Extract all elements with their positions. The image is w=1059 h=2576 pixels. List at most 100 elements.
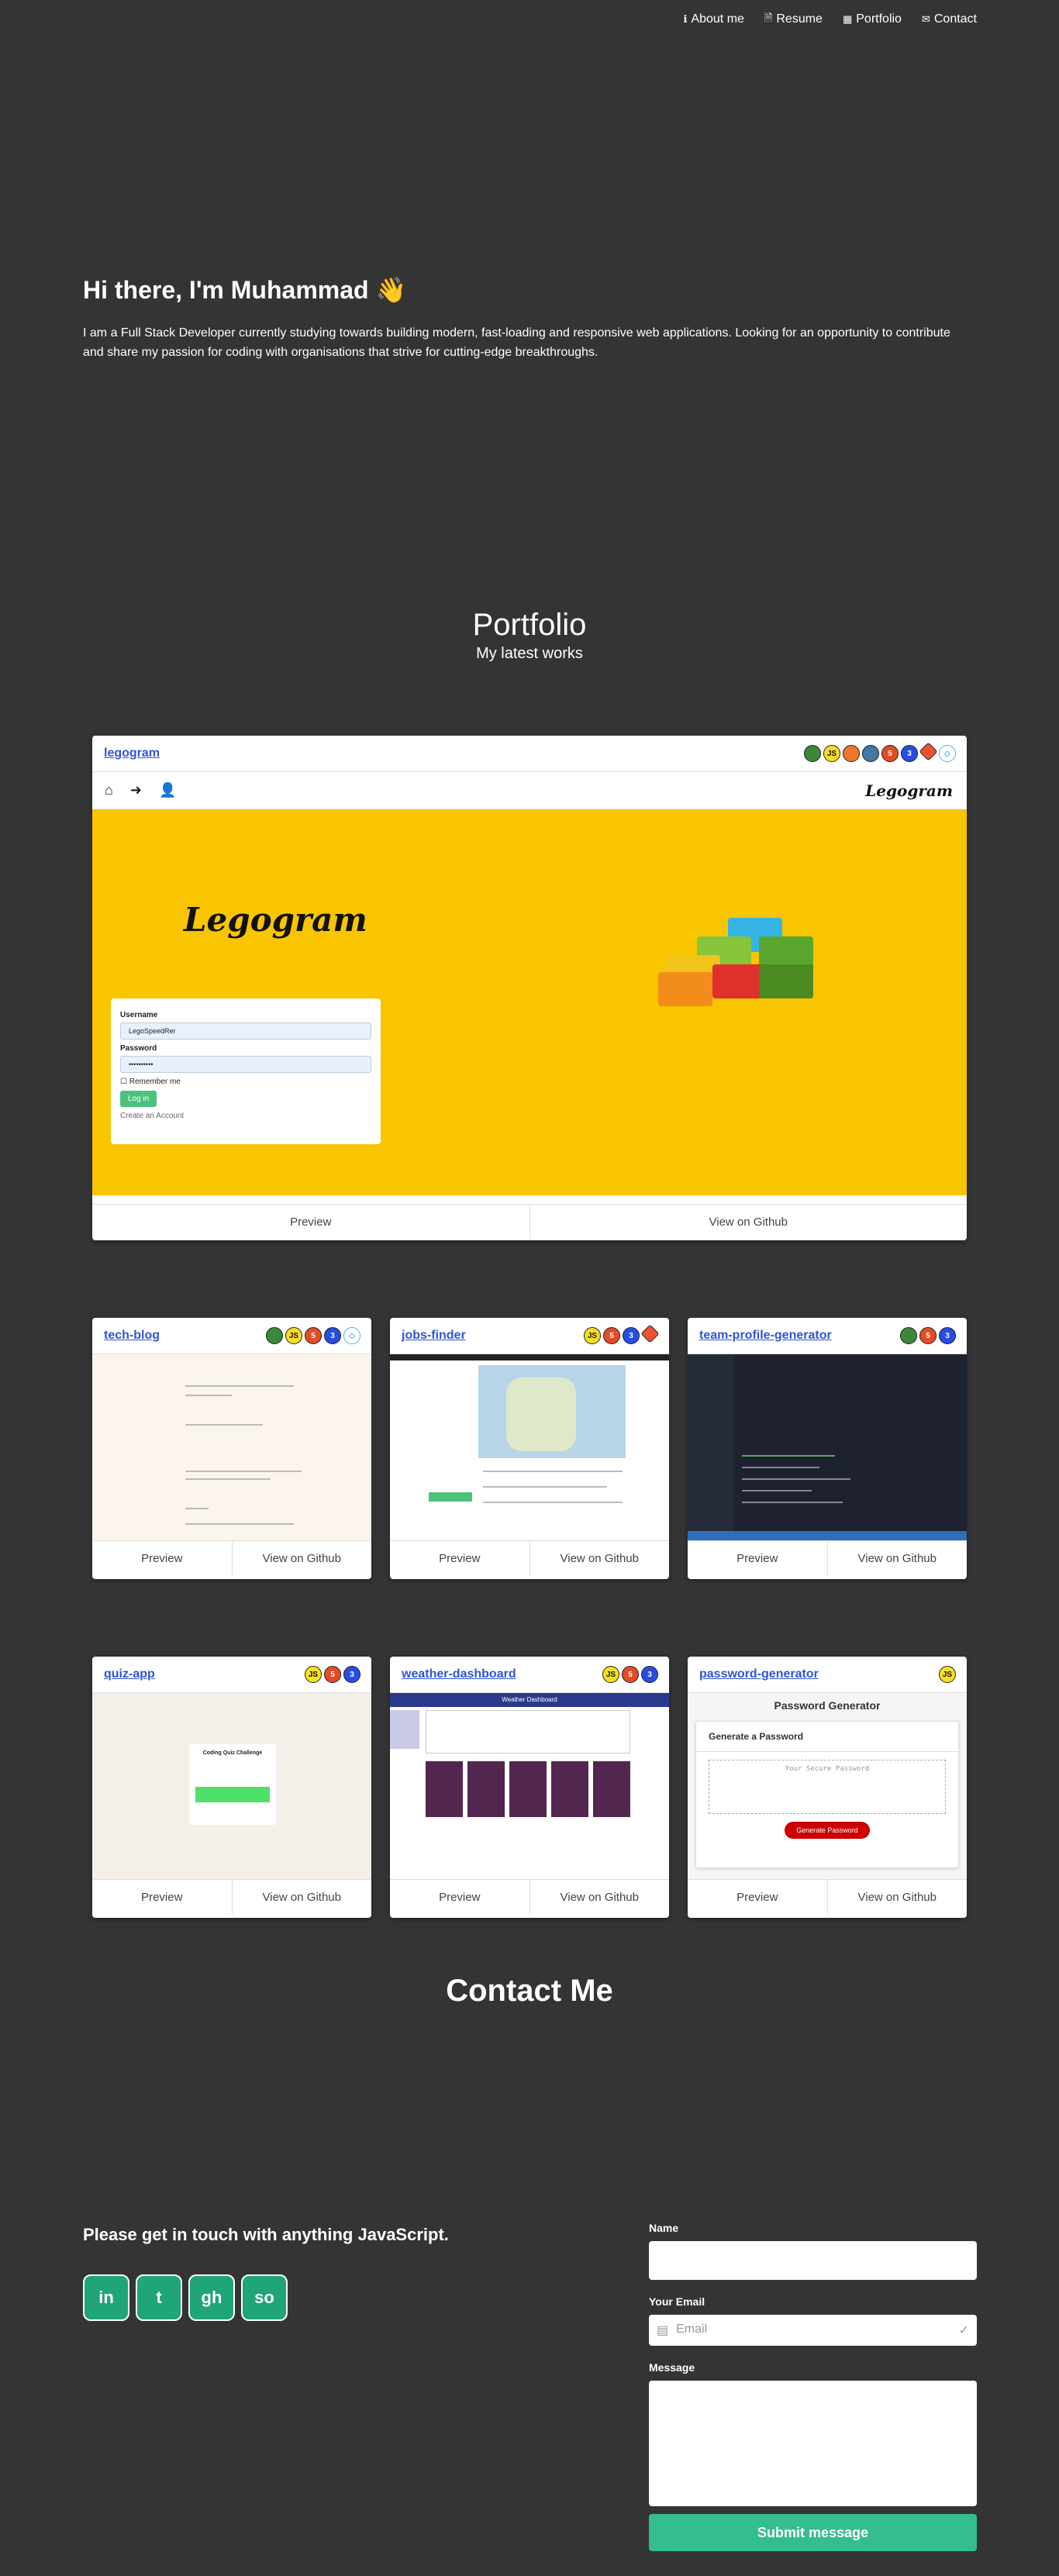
- css3-icon: 3: [939, 1327, 956, 1344]
- css3-icon: 3: [641, 1666, 658, 1683]
- email-field[interactable]: ▤ Email ✓: [649, 2315, 977, 2346]
- password-label: Password: [120, 1044, 157, 1053]
- email-label: Your Email: [649, 2295, 705, 2308]
- node-icon: [804, 745, 821, 762]
- hero: Hi there, I'm Muhammad 👋 I am a Full Sta…: [83, 275, 959, 362]
- preview-button[interactable]: Preview: [688, 1541, 827, 1576]
- contact-intro: Please get in touch with anything JavaSc…: [83, 2225, 449, 2321]
- twitter-icon[interactable]: t: [136, 2274, 182, 2321]
- project-card-tech-blog: tech-blog JS 5 3 ◇ Preview View on Githu…: [92, 1318, 371, 1579]
- nav-resume[interactable]: 🗎 Resume: [764, 11, 823, 28]
- github-button[interactable]: View on Github: [231, 1541, 372, 1576]
- tech-badges: 5 3: [900, 1327, 956, 1344]
- project-link[interactable]: password-generator: [699, 1667, 819, 1681]
- html5-icon: 5: [324, 1666, 341, 1683]
- preview-button[interactable]: Preview: [688, 1880, 827, 1915]
- project-card-password-generator: password-generator JS Password Generator…: [688, 1657, 967, 1918]
- card-header: quiz-app JS 5 3: [92, 1657, 371, 1693]
- nav-links: ℹ About me 🗎 Resume ▦ Portfolio ✉ Contact: [683, 11, 977, 28]
- card-footer: Preview View on Github: [390, 1879, 669, 1915]
- social-links: in t gh so: [83, 2274, 449, 2321]
- project-card-jobs-finder: jobs-finder JS 5 3 Preview View on Githu…: [390, 1318, 669, 1579]
- tech-badges: JS: [939, 1666, 956, 1683]
- submit-button[interactable]: Submit message: [649, 2514, 977, 2551]
- pw-preview-title: Password Generator: [774, 1699, 881, 1712]
- nav-portfolio-label: Portfolio: [856, 12, 902, 26]
- card-footer: Preview View on Github: [92, 1879, 371, 1915]
- github-button[interactable]: View on Github: [826, 1541, 968, 1576]
- handlebars-icon: [843, 745, 860, 762]
- remember-checkbox: ☐ Remember me: [120, 1078, 181, 1086]
- nav-contact-label: Contact: [933, 12, 977, 26]
- envelope-icon: ✉: [921, 13, 930, 25]
- username-label: Username: [120, 1011, 158, 1019]
- card-footer: Preview View on Github: [92, 1540, 371, 1576]
- project-card-team-profile-generator: team-profile-generator 5 3 Preview View …: [688, 1318, 967, 1579]
- project-card-weather-dashboard: weather-dashboard JS 5 3 Weather Dashboa…: [390, 1657, 669, 1918]
- hero-bio: I am a Full Stack Developer currently st…: [83, 326, 950, 359]
- card-header: tech-blog JS 5 3 ◇: [92, 1318, 371, 1354]
- legogram-login-form: Username LegoSpeedRer Password •••••••••…: [111, 998, 381, 1144]
- html5-icon: 5: [603, 1327, 620, 1344]
- project-link[interactable]: legogram: [104, 747, 160, 760]
- portfolio-subtitle: My latest works: [476, 645, 583, 662]
- project-link[interactable]: weather-dashboard: [402, 1667, 516, 1681]
- html5-icon: 5: [305, 1327, 322, 1344]
- legogram-nav: ⌂ ➜ 👤 Legogram: [92, 772, 967, 809]
- github-button[interactable]: View on Github: [529, 1205, 968, 1240]
- email-placeholder: Email: [676, 2323, 708, 2336]
- preview-button[interactable]: Preview: [92, 1880, 232, 1915]
- card-header: legogram JS 5 3 ◇: [92, 736, 967, 772]
- project-link[interactable]: quiz-app: [104, 1667, 155, 1681]
- name-field[interactable]: [649, 2241, 977, 2280]
- card-header: team-profile-generator 5 3: [688, 1318, 967, 1354]
- project-link[interactable]: jobs-finder: [402, 1329, 466, 1343]
- mysql-icon: [862, 745, 879, 762]
- sequelize-icon: ◇: [343, 1327, 360, 1344]
- card-footer: Preview View on Github: [688, 1879, 967, 1915]
- preview-button[interactable]: Preview: [92, 1541, 232, 1576]
- nav-resume-label: Resume: [776, 12, 823, 26]
- html5-icon: 5: [622, 1666, 639, 1683]
- preview-button[interactable]: Preview: [92, 1205, 530, 1240]
- stackoverflow-icon[interactable]: so: [241, 2274, 288, 2321]
- css3-icon: 3: [623, 1327, 640, 1344]
- javascript-icon: JS: [602, 1666, 619, 1683]
- legogram-brand: Legogram: [865, 781, 953, 800]
- home-icon: ⌂: [105, 782, 113, 798]
- github-button[interactable]: View on Github: [826, 1880, 968, 1915]
- check-icon: ✓: [958, 2324, 969, 2337]
- project-link[interactable]: tech-blog: [104, 1329, 160, 1343]
- create-account-link: Create an Account: [120, 1112, 185, 1120]
- top-nav: ℹ About me 🗎 Resume ▦ Portfolio ✉ Contact: [0, 0, 1059, 40]
- message-field[interactable]: [649, 2381, 977, 2506]
- linkedin-icon[interactable]: in: [83, 2274, 129, 2321]
- javascript-icon: JS: [305, 1666, 322, 1683]
- project-link[interactable]: team-profile-generator: [699, 1329, 832, 1343]
- legogram-body: Legogram Username LegoSpeedRer Password …: [92, 809, 967, 1195]
- card-footer: Preview View on Github: [390, 1540, 669, 1576]
- nav-about-label: About me: [691, 12, 744, 26]
- github-button[interactable]: View on Github: [529, 1541, 670, 1576]
- github-icon[interactable]: gh: [188, 2274, 235, 2321]
- tech-badges: JS 5 3: [584, 1324, 660, 1344]
- nav-portfolio[interactable]: ▦ Portfolio: [843, 11, 902, 28]
- portfolio-title: Portfolio: [472, 608, 587, 642]
- quiz-preview-title: Coding Quiz Challenge: [202, 1750, 263, 1756]
- tech-badges: JS 5 3: [305, 1666, 360, 1683]
- project-card-legogram: legogram JS 5 3 ◇ ⌂ ➜ 👤 Legogram Legogra…: [92, 736, 967, 1240]
- github-button[interactable]: View on Github: [231, 1880, 372, 1915]
- git-icon: [919, 742, 938, 761]
- legogram-logo: Legogram: [184, 901, 367, 939]
- pw-preview-subtitle: Generate a Password: [696, 1722, 958, 1752]
- javascript-icon: JS: [823, 745, 840, 762]
- preview-button[interactable]: Preview: [390, 1541, 530, 1576]
- sequelize-icon: ◇: [939, 745, 956, 762]
- preview-button[interactable]: Preview: [390, 1880, 530, 1915]
- node-icon: [266, 1327, 283, 1344]
- contact-form: Name Your Email ▤ Email ✓ Message Submit …: [649, 2222, 977, 2551]
- nav-contact[interactable]: ✉ Contact: [922, 11, 977, 28]
- github-button[interactable]: View on Github: [529, 1880, 670, 1915]
- name-label: Name: [649, 2222, 679, 2234]
- nav-about[interactable]: ℹ About me: [683, 11, 743, 28]
